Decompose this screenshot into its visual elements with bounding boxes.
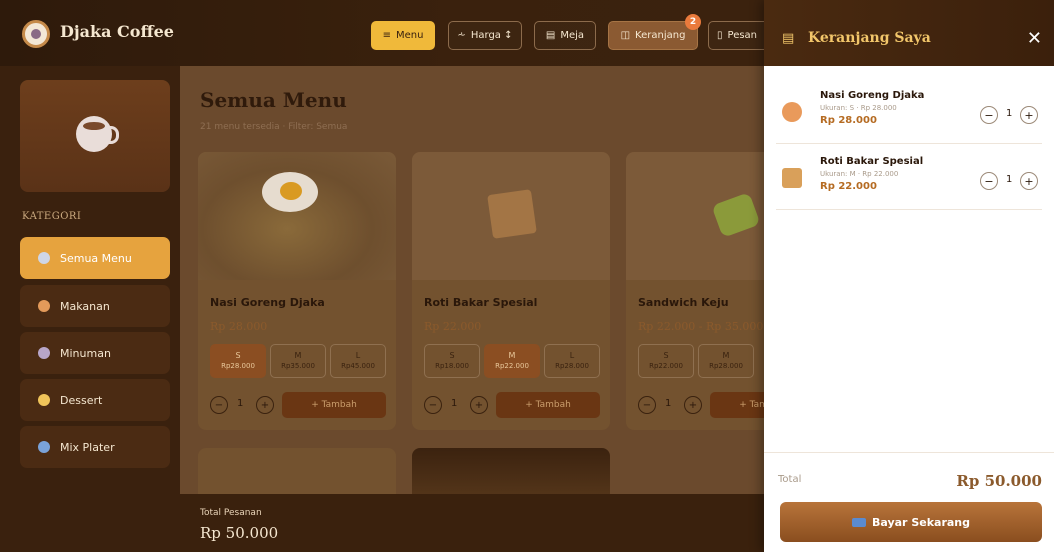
total-order-value: Rp 50.000 — [200, 524, 279, 542]
close-icon[interactable]: ✕ — [1027, 28, 1042, 49]
drink-icon — [38, 347, 50, 359]
cart-panel: ▤ Keranjang Saya ✕ Nasi Goreng Djaka Uku… — [764, 0, 1054, 552]
menu-item-price: Rp 22.000 - Rp 35.000 — [638, 320, 764, 333]
menu-card-partial — [198, 448, 396, 494]
food-icon — [38, 300, 50, 312]
page-subtitle: 21 menu tersedia · Filter: Semua — [200, 122, 348, 132]
cart-item-name: Nasi Goreng Djaka — [820, 90, 925, 101]
size-option-s[interactable]: S Rp22.000 — [638, 344, 694, 378]
cart-total-label: Total — [778, 474, 802, 485]
menu-item-price: Rp 28.000 — [210, 320, 268, 333]
size-option-s[interactable]: S Rp18.000 — [424, 344, 480, 378]
cart-total-value: Rp 50.000 — [956, 472, 1042, 490]
total-order-label: Total Pesanan — [200, 508, 262, 518]
menu-card-partial — [412, 448, 610, 494]
increase-qty-button[interactable]: + — [1020, 106, 1038, 124]
size-option-s[interactable]: S Rp28.000 — [210, 344, 266, 378]
cart-title: Keranjang Saya — [808, 30, 931, 46]
increase-qty-button[interactable]: + — [684, 396, 702, 414]
clipboard-icon: ▯ — [717, 30, 723, 41]
decrease-qty-button[interactable]: − — [210, 396, 228, 414]
increase-qty-button[interactable]: + — [470, 396, 488, 414]
menu-button[interactable]: ≡ Menu — [371, 21, 435, 50]
decrease-qty-button[interactable]: − — [980, 106, 998, 124]
add-to-cart-button[interactable]: + Tambah — [710, 392, 764, 418]
menu-card-roti-bakar: Roti Bakar Spesial Rp 22.000 S Rp18.000 M… — [412, 152, 610, 430]
category-heading: KATEGORI — [22, 211, 82, 222]
cart-item-size: Ukuran: S · Rp 28.000 — [820, 104, 897, 112]
cart-panel-header: ▤ Keranjang Saya ✕ — [764, 0, 1054, 66]
cart-item-qty: 1 — [1006, 108, 1013, 119]
cart-item-price: Rp 28.000 — [820, 115, 877, 126]
sandwich-icon — [711, 192, 761, 238]
orders-button[interactable]: ▯ Pesan — [708, 21, 770, 50]
bread-icon — [487, 189, 537, 239]
cart-item: Roti Bakar Spesial Ukuran: M · Rp 22.000… — [776, 144, 1042, 210]
decrease-qty-button[interactable]: − — [980, 172, 998, 190]
size-option-l[interactable]: L Rp45.000 — [330, 344, 386, 378]
logo-icon — [22, 20, 50, 48]
increase-qty-button[interactable]: + — [256, 396, 274, 414]
pay-now-button[interactable]: Bayar Sekarang — [780, 502, 1042, 542]
cart-item-price: Rp 22.000 — [820, 181, 877, 192]
size-option-m[interactable]: M Rp35.000 — [270, 344, 326, 378]
menu-image — [412, 152, 610, 280]
price-sort-button[interactable]: ⩪ Harga ↕ — [448, 21, 522, 50]
add-to-cart-button[interactable]: + Tambah — [496, 392, 600, 418]
cart-button[interactable]: ◫ Keranjang 2 — [608, 14, 701, 50]
food-icon — [782, 102, 802, 122]
menu-item-name: Nasi Goreng Djaka — [210, 296, 325, 309]
sidebar-item-minuman[interactable]: Minuman — [20, 332, 170, 374]
cart-item: Nasi Goreng Djaka Ukuran: S · Rp 28.000 … — [776, 78, 1042, 144]
bread-icon — [782, 168, 802, 188]
dessert-icon — [38, 394, 50, 406]
hero-card — [20, 80, 170, 192]
menu-image — [626, 152, 764, 280]
menu-item-name: Sandwich Keju — [638, 296, 729, 309]
menu-item-price: Rp 22.000 — [424, 320, 482, 333]
add-to-cart-button[interactable]: + Tambah — [282, 392, 386, 418]
table-icon: ▤ — [545, 30, 556, 41]
cart-item-size: Ukuran: M · Rp 22.000 — [820, 170, 899, 178]
size-option-m[interactable]: M Rp28.000 — [698, 344, 754, 378]
cart-icon: ◫ — [620, 30, 631, 41]
credit-card-icon — [852, 517, 866, 527]
increase-qty-button[interactable]: + — [1020, 172, 1038, 190]
sidebar-item-makanan[interactable]: Makanan — [20, 285, 170, 327]
cart-item-qty: 1 — [1006, 174, 1013, 185]
qty-value: 1 — [451, 398, 458, 409]
page-title: Semua Menu — [200, 88, 347, 112]
size-option-l[interactable]: L Rp28.000 — [544, 344, 600, 378]
all-icon — [38, 252, 50, 264]
order-summary-bar: Total Pesanan Rp 50.000 — [180, 494, 764, 552]
menu-item-name: Roti Bakar Spesial — [424, 296, 538, 309]
sidebar-item-dessert[interactable]: Dessert — [20, 379, 170, 421]
brand-name: Djaka Coffee — [60, 22, 174, 41]
menu-image — [198, 152, 396, 280]
coffee-cup-icon — [76, 116, 119, 152]
sidebar: KATEGORI Semua Menu Makanan Minuman Dess… — [0, 66, 180, 552]
sidebar-item-semua-menu[interactable]: Semua Menu — [20, 237, 170, 279]
cart-item-name: Roti Bakar Spesial — [820, 156, 924, 167]
menu-main: Semua Menu 21 menu tersedia · Filter: Se… — [180, 66, 764, 494]
menu-card-sandwich-keju: Sandwich Keju Rp 22.000 - Rp 35.000 S Rp2… — [626, 152, 764, 430]
size-option-m[interactable]: M Rp22.000 — [484, 344, 540, 378]
divider — [764, 452, 1054, 453]
top-bar: Djaka Coffee ≡ Menu ⩪ Harga ↕ ▤ Meja ◫ K… — [0, 0, 770, 66]
mix-icon — [38, 441, 50, 453]
hamburger-icon: ≡ — [382, 30, 391, 41]
sidebar-item-mix-plater[interactable]: Mix Plater — [20, 426, 170, 468]
qty-value: 1 — [665, 398, 672, 409]
qty-value: 1 — [237, 398, 244, 409]
table-button[interactable]: ▤ Meja — [534, 21, 596, 50]
filter-icon: ⩪ — [457, 30, 466, 41]
fried-egg-icon — [262, 172, 318, 212]
menu-card-nasi-goreng: Nasi Goreng Djaka Rp 28.000 S Rp28.000 MR… — [198, 152, 396, 430]
decrease-qty-button[interactable]: − — [638, 396, 656, 414]
cart-count-badge: 2 — [685, 14, 701, 30]
cart-icon: ▤ — [782, 31, 795, 46]
decrease-qty-button[interactable]: − — [424, 396, 442, 414]
